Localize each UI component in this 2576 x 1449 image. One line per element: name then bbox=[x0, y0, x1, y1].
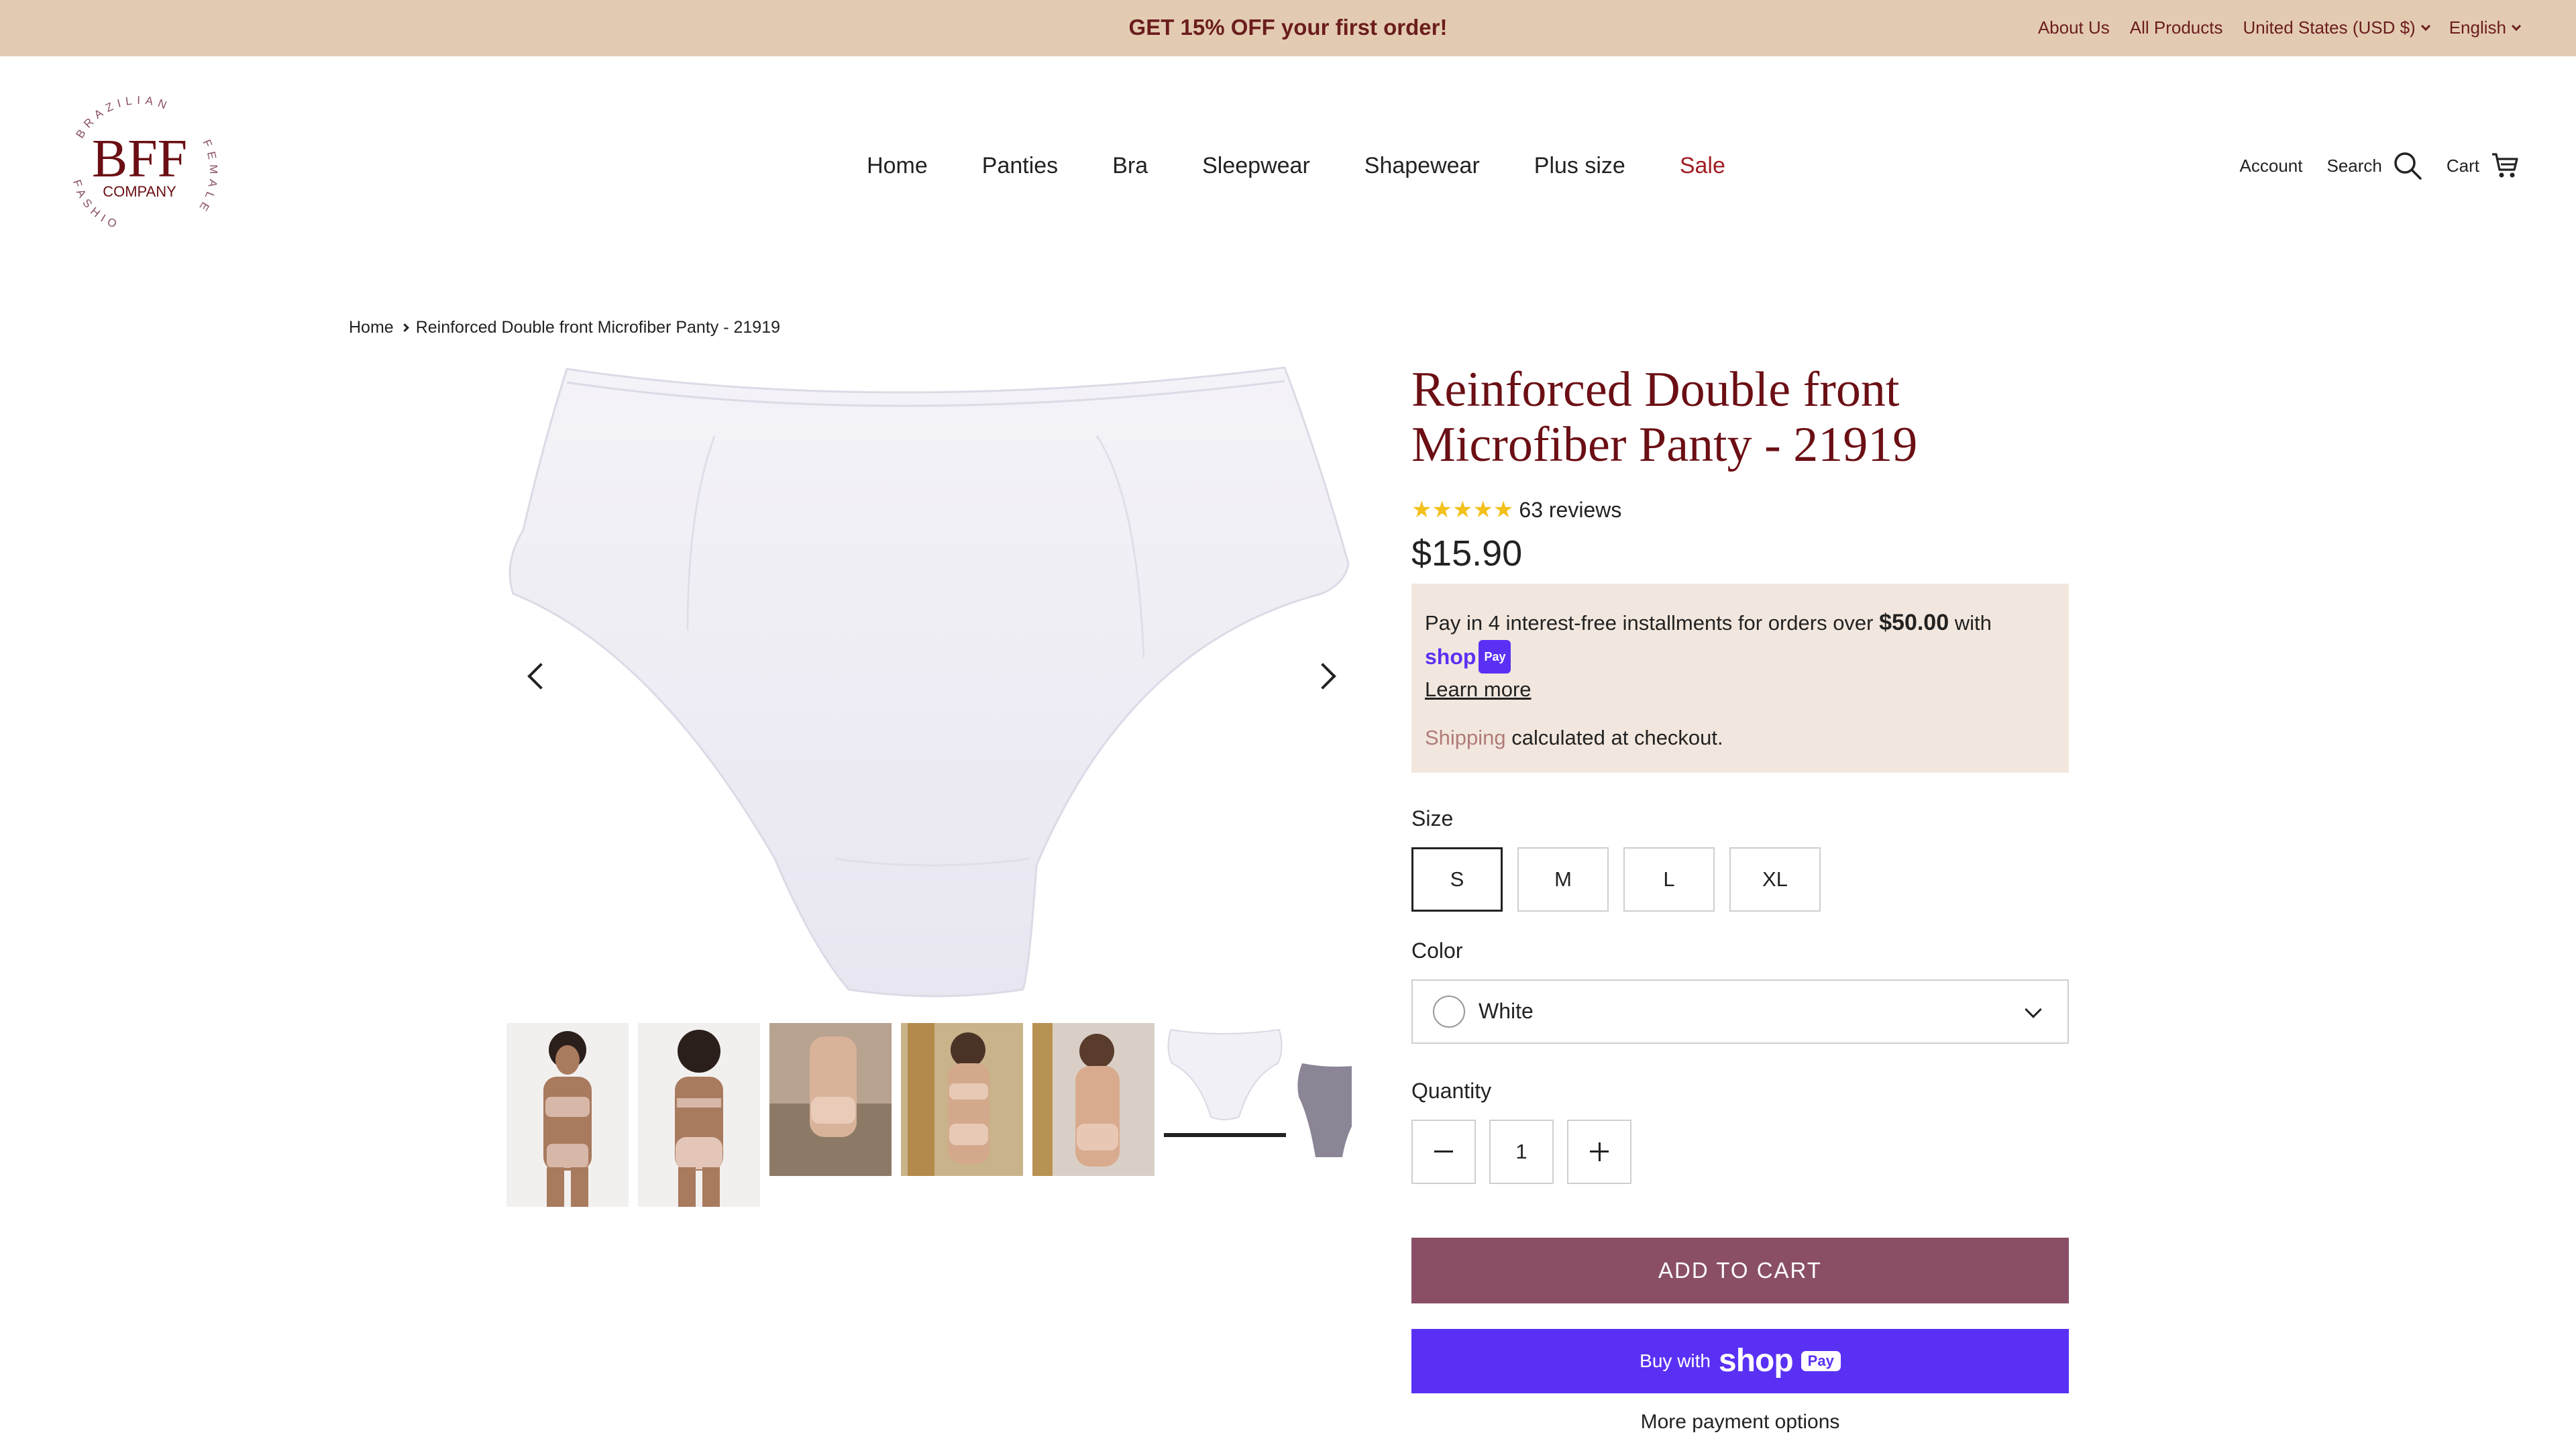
breadcrumb-home[interactable]: Home bbox=[349, 318, 394, 337]
buy-with-label: Buy with bbox=[1640, 1350, 1711, 1371]
search-icon bbox=[2394, 152, 2422, 180]
shop-pay-brand: shop bbox=[1425, 644, 1477, 669]
breadcrumb-current: Reinforced Double front Microfiber Panty… bbox=[415, 318, 781, 337]
model-side-photo bbox=[1032, 1023, 1155, 1176]
utility-nav: About Us All Products United States (USD… bbox=[2038, 17, 2522, 38]
color-value: White bbox=[1479, 999, 1534, 1024]
white-panty-photo bbox=[1164, 1023, 1286, 1137]
thumbnail[interactable] bbox=[769, 1023, 892, 1176]
shop-pay-logo: shop Pay bbox=[1425, 639, 1511, 674]
star-rating-icon: ★★★★★ bbox=[1411, 497, 1514, 523]
currency-selector[interactable]: United States (USD $) bbox=[2243, 17, 2430, 38]
thumbnail-active[interactable] bbox=[1164, 1023, 1286, 1176]
thumbnail[interactable] bbox=[1032, 1023, 1155, 1176]
size-option-s[interactable]: S bbox=[1411, 847, 1503, 912]
installments-line: Pay in 4 interest-free installments for … bbox=[1425, 606, 2055, 674]
nav-bra[interactable]: Bra bbox=[1112, 153, 1148, 179]
announcement-bar: GET 15% OFF your first order! About Us A… bbox=[0, 0, 2576, 56]
chevron-down-icon bbox=[2420, 21, 2430, 31]
model-room-photo bbox=[769, 1023, 892, 1176]
shipping-link[interactable]: Shipping bbox=[1425, 726, 1506, 749]
shop-pay-badge: Pay bbox=[1479, 639, 1511, 674]
nav-home[interactable]: Home bbox=[867, 153, 928, 179]
nav-sale[interactable]: Sale bbox=[1680, 153, 1725, 179]
cart-button[interactable]: Cart bbox=[2447, 151, 2520, 180]
size-option-xl[interactable]: XL bbox=[1729, 847, 1821, 912]
nav-sleepwear[interactable]: Sleepwear bbox=[1202, 153, 1310, 179]
plus-icon-vertical bbox=[1598, 1142, 1601, 1161]
rating[interactable]: ★★★★★ 63 reviews bbox=[1411, 496, 2069, 523]
color-swatch bbox=[1433, 995, 1465, 1028]
logo-sub: COMPANY bbox=[103, 183, 176, 200]
language-selector[interactable]: English bbox=[2449, 17, 2522, 38]
model-back-photo bbox=[638, 1023, 760, 1207]
chevron-down-icon bbox=[2025, 1001, 2042, 1018]
shipping-line: Shipping calculated at checkout. bbox=[1425, 722, 2055, 754]
learn-more-link[interactable]: Learn more bbox=[1425, 678, 1532, 701]
thumbnail-strip bbox=[506, 1023, 1352, 1211]
all-products-link[interactable]: All Products bbox=[2130, 17, 2223, 38]
size-option-l[interactable]: L bbox=[1623, 847, 1715, 912]
quantity-decrease-button[interactable] bbox=[1411, 1119, 1476, 1184]
shipping-text: calculated at checkout. bbox=[1511, 725, 1723, 749]
chevron-down-icon bbox=[2511, 21, 2522, 31]
thumbnail[interactable] bbox=[1295, 1023, 1352, 1176]
color-select[interactable]: White bbox=[1411, 979, 2069, 1044]
installments-box: Pay in 4 interest-free installments for … bbox=[1411, 584, 2069, 773]
model-front-photo bbox=[506, 1023, 629, 1207]
product-info: Reinforced Double front Microfiber Panty… bbox=[1411, 362, 2069, 1449]
search-label: Search bbox=[2326, 155, 2382, 176]
quantity-label: Quantity bbox=[1411, 1078, 1492, 1103]
review-count: 63 reviews bbox=[1519, 497, 1622, 522]
cart-label: Cart bbox=[2446, 155, 2479, 176]
chevron-right-icon bbox=[400, 323, 409, 332]
installments-amount: $50.00 bbox=[1879, 610, 1949, 635]
size-option-m[interactable]: M bbox=[1517, 847, 1609, 912]
about-us-link[interactable]: About Us bbox=[2038, 17, 2110, 38]
more-payment-options-link[interactable]: More payment options bbox=[1411, 1411, 2069, 1434]
nav-shapewear[interactable]: Shapewear bbox=[1364, 153, 1480, 179]
size-options: S M L XL bbox=[1411, 847, 2069, 912]
nav-panties[interactable]: Panties bbox=[982, 153, 1058, 179]
product-title: Reinforced Double front Microfiber Panty… bbox=[1411, 362, 1918, 472]
color-label: Color bbox=[1411, 938, 1463, 963]
model-mirror-photo bbox=[901, 1023, 1023, 1176]
nav-plus-size[interactable]: Plus size bbox=[1534, 153, 1625, 179]
header-actions: Account Search Cart bbox=[2240, 151, 2520, 180]
quantity-stepper: 1 bbox=[1411, 1119, 2069, 1184]
product-main-image[interactable] bbox=[506, 362, 1352, 1000]
buy-with-shop-pay-button[interactable]: Buy with shop Pay bbox=[1411, 1328, 2069, 1393]
size-label: Size bbox=[1411, 806, 1454, 830]
thumbnail[interactable] bbox=[901, 1023, 1023, 1176]
installments-text: Pay in 4 interest-free installments for … bbox=[1425, 611, 1874, 635]
thumbnail[interactable] bbox=[638, 1023, 760, 1207]
quantity-input[interactable]: 1 bbox=[1489, 1119, 1554, 1184]
product-price: $15.90 bbox=[1411, 533, 1523, 574]
cart-icon bbox=[2492, 153, 2518, 178]
currency-label: United States (USD $) bbox=[2243, 17, 2416, 38]
minus-icon bbox=[1434, 1150, 1453, 1153]
account-link[interactable]: Account bbox=[2240, 156, 2303, 176]
gray-panty-photo bbox=[1295, 1023, 1352, 1157]
search-button[interactable]: Search bbox=[2326, 151, 2422, 180]
shop-pay-badge-large: Pay bbox=[1801, 1350, 1841, 1371]
installments-with: with bbox=[1954, 611, 1992, 635]
main-nav: Home Panties Bra Sleepwear Shapewear Plu… bbox=[0, 153, 2576, 179]
shop-pay-brand-large: shop bbox=[1719, 1343, 1794, 1379]
thumbnail[interactable] bbox=[506, 1023, 629, 1207]
breadcrumb: Home Reinforced Double front Microfiber … bbox=[349, 318, 780, 337]
quantity-increase-button[interactable] bbox=[1567, 1119, 1631, 1184]
language-label: English bbox=[2449, 17, 2506, 38]
add-to-cart-button[interactable]: ADD TO CART bbox=[1411, 1237, 2069, 1303]
